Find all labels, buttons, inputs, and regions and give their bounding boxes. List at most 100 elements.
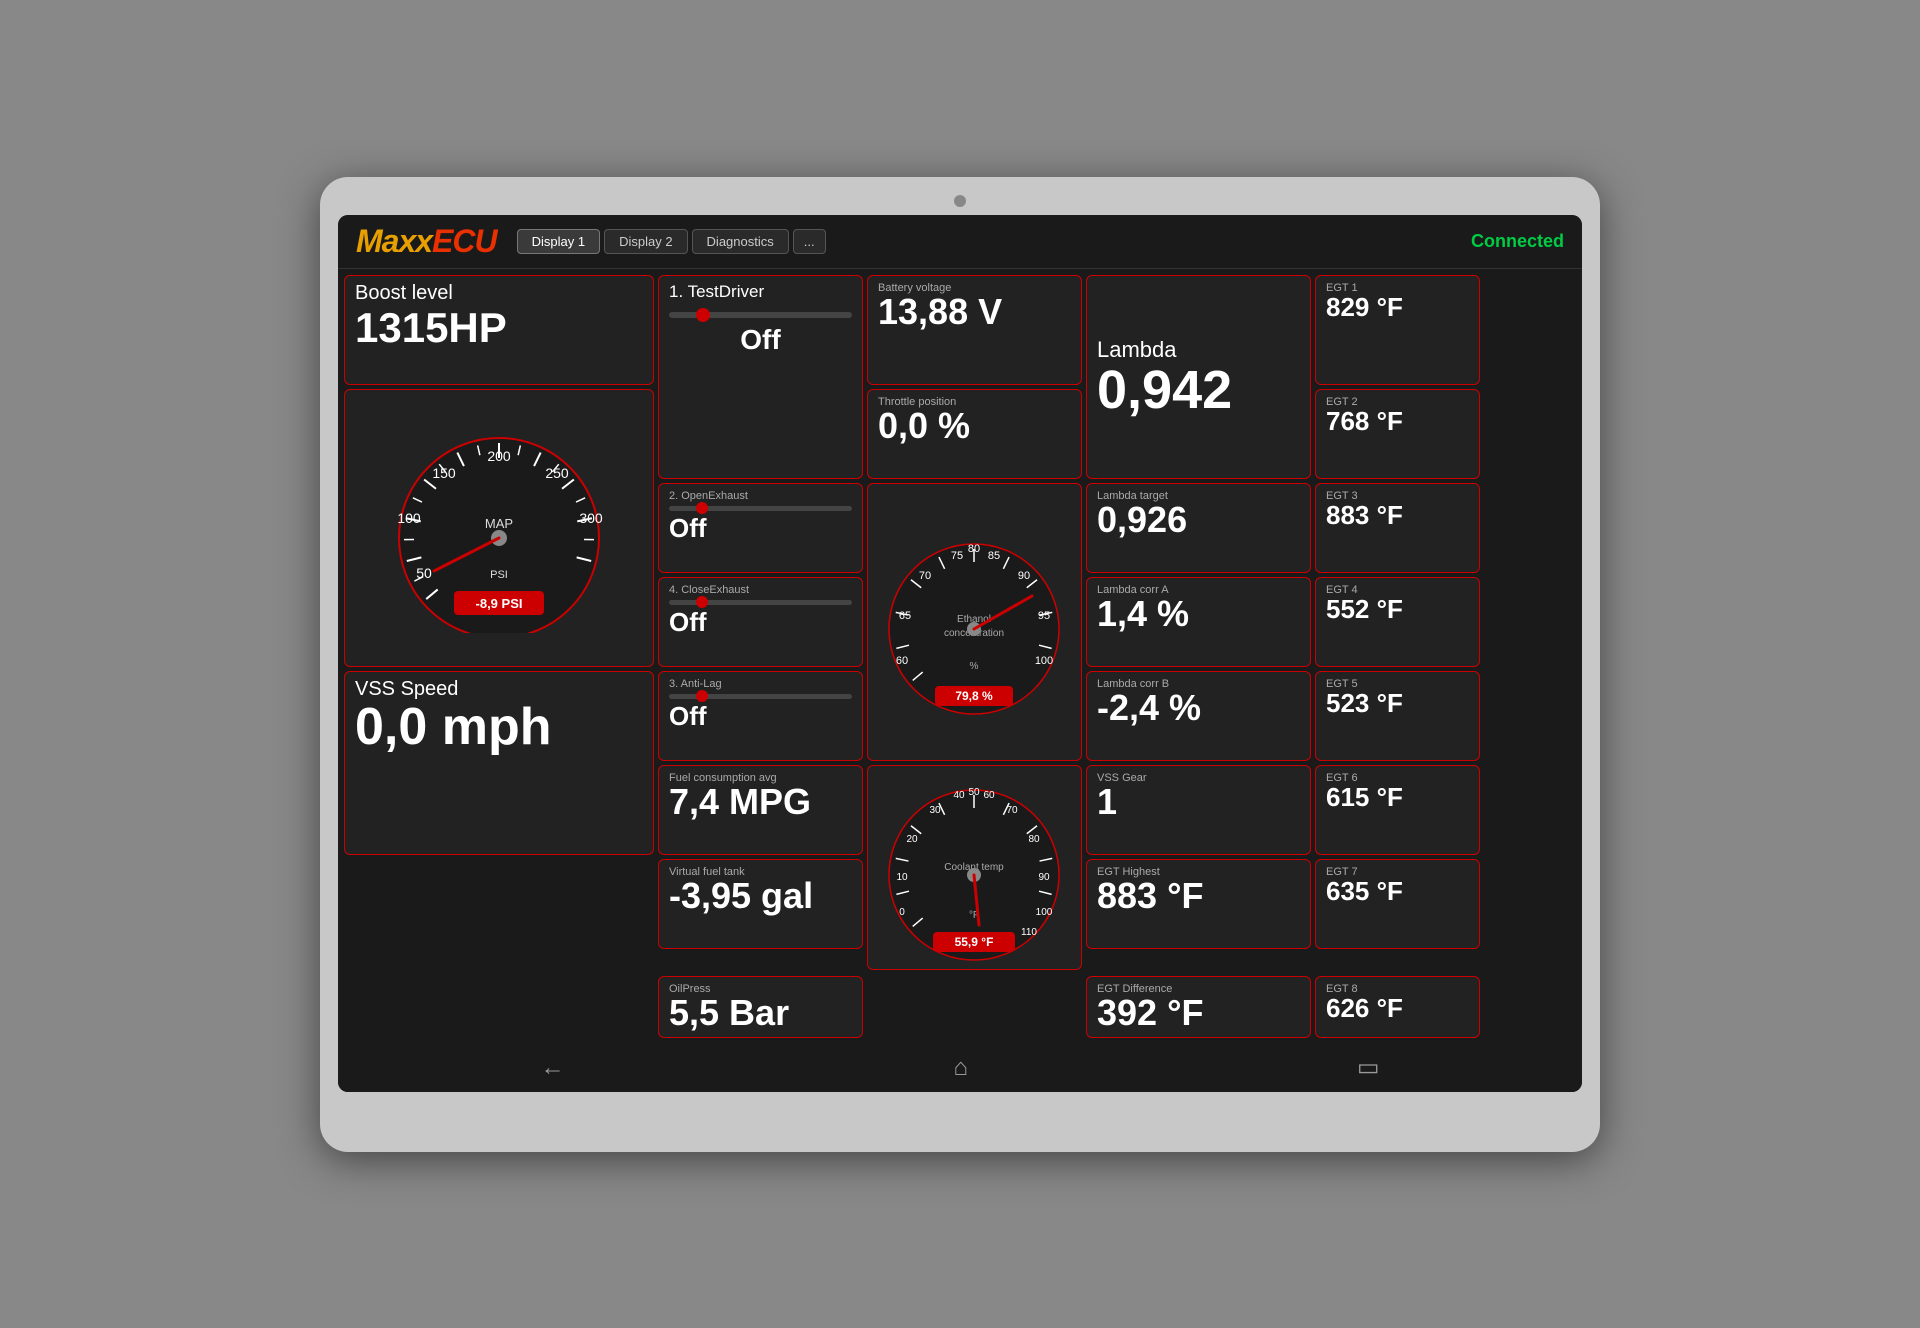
egt8-cell: EGT 8 626 °F <box>1315 976 1480 1038</box>
lambda-cell: Lambda 0,942 <box>1086 275 1311 479</box>
home-button[interactable]: ⌂ <box>953 1054 968 1082</box>
tab-display1[interactable]: Display 1 <box>517 229 600 254</box>
egt6-cell: EGT 6 615 °F <box>1315 765 1480 855</box>
top-bar: MaxxECU Display 1 Display 2 Diagnostics … <box>338 215 1582 269</box>
vss-speed-cell: VSS Speed 0,0 mph <box>344 671 654 855</box>
antilag-value: Off <box>669 703 852 729</box>
fuel-consumption-value: 7,4 MPG <box>669 784 852 820</box>
boost-level-cell: Boost level 1315HP <box>344 275 654 385</box>
svg-text:70: 70 <box>919 570 931 582</box>
egt-highest-cell: EGT Highest 883 °F <box>1086 859 1311 949</box>
oilpress-value: 5,5 Bar <box>669 995 852 1031</box>
lambda-corr-a-cell: Lambda corr A 1,4 % <box>1086 577 1311 667</box>
lambda-corr-b-cell: Lambda corr B -2,4 % <box>1086 671 1311 761</box>
boost-level-value: 1315HP <box>355 307 643 349</box>
tab-bar: Display 1 Display 2 Diagnostics ... <box>517 229 826 254</box>
coolant-gauge-svg: 0 10 20 30 40 50 60 70 80 90 100 110 120… <box>877 770 1072 965</box>
egt7-cell: EGT 7 635 °F <box>1315 859 1480 949</box>
svg-text:50: 50 <box>968 787 980 798</box>
svg-text:10: 10 <box>896 872 908 883</box>
vss-gear-value: 1 <box>1097 784 1300 820</box>
ethanol-gauge-cell: 60 65 70 75 80 85 90 95 100 Ethanol conc… <box>867 483 1082 761</box>
svg-text:90: 90 <box>1018 570 1030 582</box>
egt3-cell: EGT 3 883 °F <box>1315 483 1480 573</box>
openexhaust-cell: 2. OpenExhaust Off <box>658 483 863 573</box>
svg-text:80: 80 <box>1028 834 1040 845</box>
battery-cell: Battery voltage 13,88 V <box>867 275 1082 385</box>
egt2-cell: EGT 2 768 °F <box>1315 389 1480 479</box>
throttle-value: 0,0 % <box>878 408 1071 444</box>
egt5-value: 523 °F <box>1326 690 1469 716</box>
svg-text:40: 40 <box>953 790 965 801</box>
svg-text:65: 65 <box>899 610 911 622</box>
svg-text:0: 0 <box>899 907 905 918</box>
map-gauge-svg: 50 100 150 200 250 300 MAP PSI - <box>379 423 619 633</box>
svg-text:100: 100 <box>1035 655 1053 667</box>
closeexhaust-label: 4. CloseExhaust <box>669 584 852 596</box>
svg-text:100: 100 <box>397 510 421 526</box>
egt7-value: 635 °F <box>1326 878 1469 904</box>
back-button[interactable]: ← <box>540 1054 564 1082</box>
testdriver-label: 1. TestDriver <box>669 282 852 302</box>
svg-text:75: 75 <box>951 550 963 562</box>
oilpress-cell: OilPress 5,5 Bar <box>658 976 863 1038</box>
coolant-gauge-cell: 0 10 20 30 40 50 60 70 80 90 100 110 120… <box>867 765 1082 970</box>
logo: MaxxECU <box>356 223 497 260</box>
egt1-cell: EGT 1 829 °F <box>1315 275 1480 385</box>
lambda-value: 0,942 <box>1097 363 1300 417</box>
tab-display2[interactable]: Display 2 <box>604 229 687 254</box>
lambda-target-value: 0,926 <box>1097 502 1300 538</box>
dashboard: Boost level 1315HP <box>338 269 1582 976</box>
svg-text:20: 20 <box>906 834 918 845</box>
battery-value: 13,88 V <box>878 294 1071 330</box>
svg-text:150: 150 <box>432 465 456 481</box>
lambda-target-cell: Lambda target 0,926 <box>1086 483 1311 573</box>
svg-text:95: 95 <box>1038 610 1050 622</box>
vss-gear-label: VSS Gear <box>1097 772 1300 784</box>
nav-bar: ← ⌂ ▭ <box>338 1044 1582 1092</box>
svg-text:70: 70 <box>1006 805 1018 816</box>
ethanol-gauge-svg: 60 65 70 75 80 85 90 95 100 Ethanol conc… <box>877 524 1072 719</box>
svg-text:-8,9 PSI: -8,9 PSI <box>476 596 523 611</box>
egt-highest-value: 883 °F <box>1097 878 1300 914</box>
fuel-tank-value: -3,95 gal <box>669 878 852 914</box>
svg-text:90: 90 <box>1038 872 1050 883</box>
recent-button[interactable]: ▭ <box>1357 1053 1380 1082</box>
svg-text:100: 100 <box>1036 907 1053 918</box>
egt2-value: 768 °F <box>1326 408 1469 434</box>
egt8-value: 626 °F <box>1326 995 1469 1021</box>
svg-text:50: 50 <box>416 565 432 581</box>
antilag-label: 3. Anti-Lag <box>669 678 852 690</box>
tab-diagnostics[interactable]: Diagnostics <box>692 229 789 254</box>
egt4-cell: EGT 4 552 °F <box>1315 577 1480 667</box>
svg-text:60: 60 <box>983 790 995 801</box>
openexhaust-label: 2. OpenExhaust <box>669 490 852 502</box>
closeexhaust-cell: 4. CloseExhaust Off <box>658 577 863 667</box>
egt1-value: 829 °F <box>1326 294 1469 320</box>
egt-difference-value: 392 °F <box>1097 995 1300 1031</box>
openexhaust-value: Off <box>669 515 852 541</box>
logo-maxx: Maxx <box>356 223 432 259</box>
svg-text:300: 300 <box>579 510 603 526</box>
fuel-consumption-cell: Fuel consumption avg 7,4 MPG <box>658 765 863 855</box>
svg-text:250: 250 <box>545 465 569 481</box>
vss-gear-cell: VSS Gear 1 <box>1086 765 1311 855</box>
vss-speed-value: 0,0 mph <box>355 701 643 753</box>
svg-text:PSI: PSI <box>490 569 508 581</box>
egt3-value: 883 °F <box>1326 502 1469 528</box>
svg-text:%: % <box>970 661 979 672</box>
extra-row: OilPress 5,5 Bar EGT Difference 392 °F E… <box>338 976 1582 1044</box>
tab-more[interactable]: ... <box>793 229 826 254</box>
closeexhaust-value: Off <box>669 609 852 635</box>
testdriver-cell: 1. TestDriver Off <box>658 275 863 479</box>
egt-difference-cell: EGT Difference 392 °F <box>1086 976 1311 1038</box>
map-gauge-cell: 50 100 150 200 250 300 MAP PSI - <box>344 389 654 667</box>
testdriver-value: Off <box>669 326 852 354</box>
egt4-value: 552 °F <box>1326 596 1469 622</box>
lambda-corr-b-value: -2,4 % <box>1097 690 1300 726</box>
lambda-label: Lambda <box>1097 337 1300 363</box>
svg-text:85: 85 <box>988 550 1000 562</box>
svg-text:30: 30 <box>929 805 941 816</box>
logo-ecu: ECU <box>432 223 497 259</box>
lambda-corr-a-value: 1,4 % <box>1097 596 1300 632</box>
